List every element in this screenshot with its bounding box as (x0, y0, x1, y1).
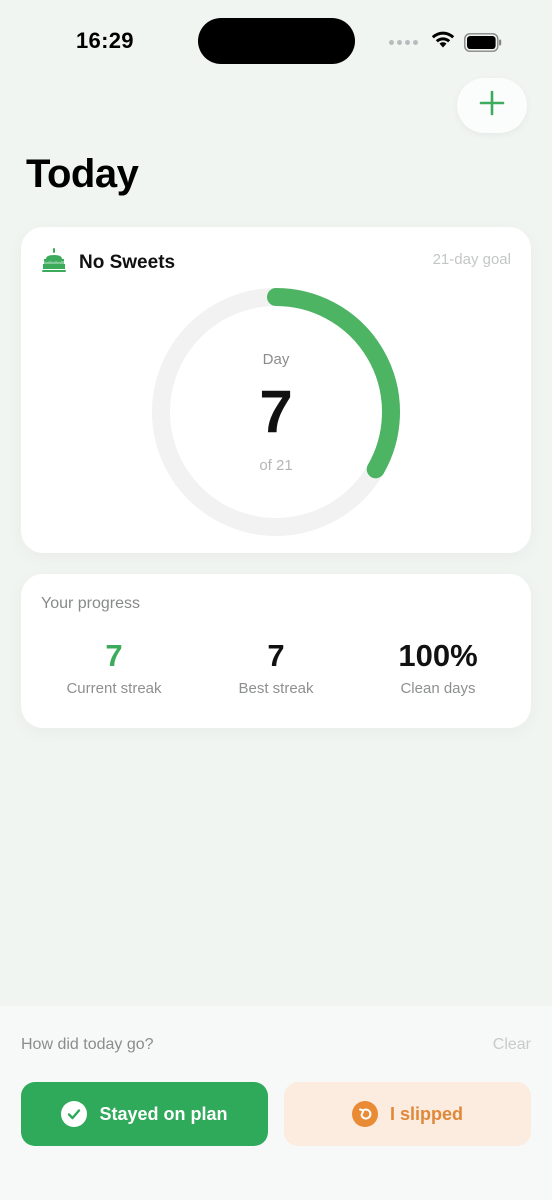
dynamic-island (198, 18, 355, 64)
stat-label: Current streak (66, 680, 162, 697)
status-icons (389, 30, 502, 54)
ring-day-label: Day (262, 351, 290, 368)
stat-value: 100% (398, 638, 478, 673)
cake-icon (41, 247, 67, 278)
stat-label: Clean days (400, 680, 476, 697)
progress-ring: Day 7 of 21 (151, 287, 401, 537)
stat-value: 7 (267, 638, 285, 673)
stat-best-streak: 7 Best streak (191, 638, 361, 697)
ring-total-label: of 21 (259, 457, 293, 474)
habit-header: No Sweets (41, 247, 175, 278)
checkin-sheet: How did today go? Clear Stayed on plan I… (0, 1006, 552, 1200)
stayed-on-plan-button[interactable]: Stayed on plan (21, 1082, 268, 1146)
wifi-icon (430, 30, 456, 54)
habit-card[interactable]: No Sweets 21-day goal Day 7 of 21 (21, 227, 531, 553)
stat-current-streak: 7 Current streak (29, 638, 199, 697)
checkmark-icon (61, 1101, 88, 1127)
stat-label: Best streak (238, 680, 314, 697)
stat-clean-days: 100% Clean days (353, 638, 523, 697)
clear-button[interactable]: Clear (493, 1036, 531, 1054)
ring-day-number: 7 (259, 378, 293, 445)
undo-icon (351, 1101, 378, 1127)
i-slipped-label: I slipped (389, 1103, 463, 1124)
status-bar: 16:29 (0, 0, 552, 80)
goal-label: 21-day goal (432, 251, 511, 268)
progress-card: Your progress 7 Current streak 7 Best st… (21, 574, 531, 728)
i-slipped-button[interactable]: I slipped (284, 1082, 531, 1146)
add-habit-button[interactable] (457, 78, 527, 133)
cellular-signal-icon (389, 39, 418, 45)
stat-value: 7 (105, 638, 123, 673)
status-time: 16:29 (76, 28, 134, 53)
battery-icon (464, 32, 502, 52)
checkin-prompt: How did today go? (21, 1036, 154, 1053)
habit-name: No Sweets (79, 251, 176, 273)
plus-icon (479, 90, 505, 121)
page-title: Today (26, 152, 139, 196)
progress-title: Your progress (41, 595, 141, 612)
stayed-on-plan-label: Stayed on plan (99, 1103, 228, 1124)
